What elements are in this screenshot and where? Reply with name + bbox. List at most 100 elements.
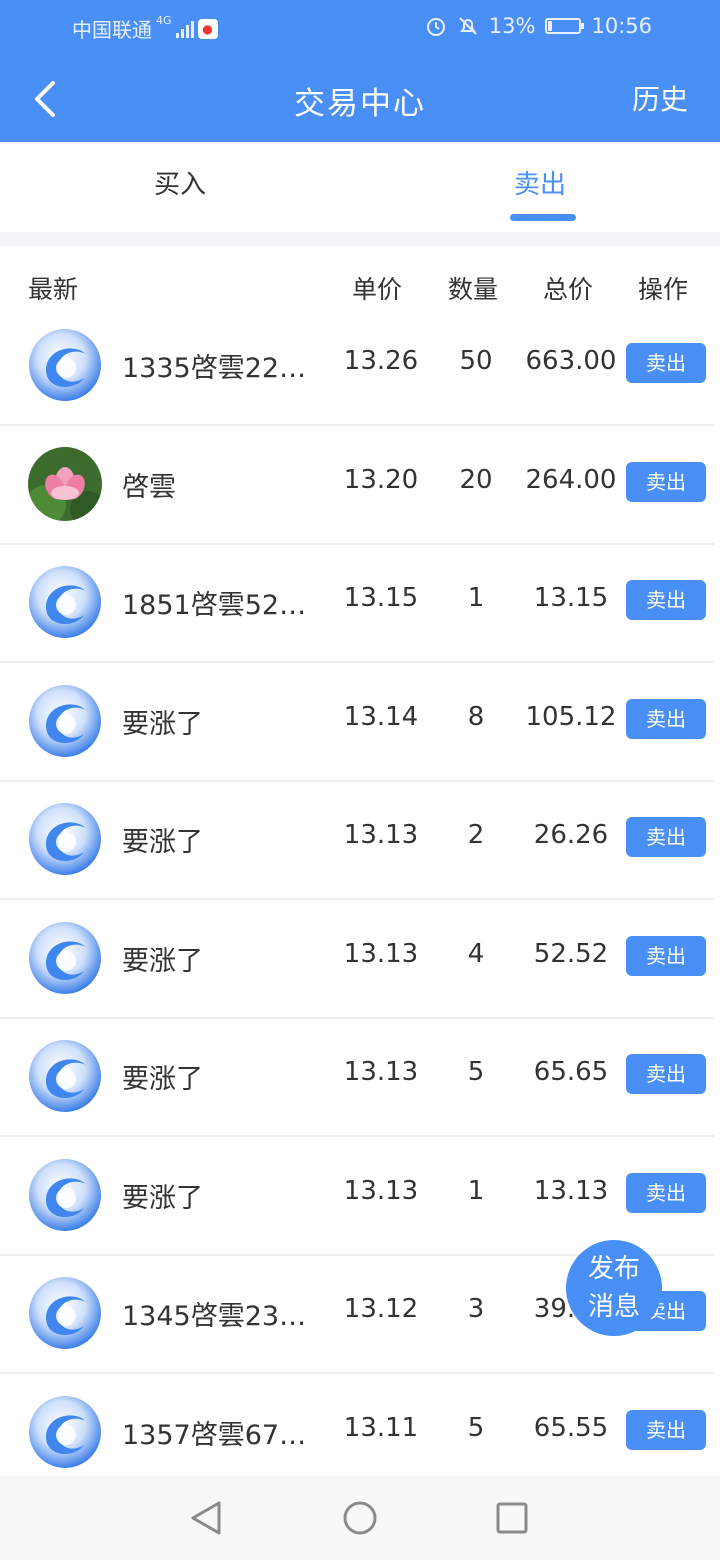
column-quantity: 数量 (448, 275, 499, 304)
total-price: 52.52 (533, 939, 609, 969)
sell-button[interactable]: 卖出 (626, 817, 706, 857)
table-row: 要涨了 13.13 2 26.26 卖出 (0, 780, 714, 900)
sell-button[interactable]: 卖出 (626, 1410, 706, 1450)
seller-name: 1851啓雲520… (122, 590, 312, 621)
sell-button[interactable]: 卖出 (626, 699, 706, 739)
seller-name: 要涨了 (122, 827, 203, 858)
sell-button[interactable]: 卖出 (626, 1173, 706, 1213)
seller-name: 要涨了 (122, 709, 203, 740)
table-row: 要涨了 13.13 5 65.65 卖出 (0, 1017, 714, 1137)
quantity: 4 (467, 939, 485, 969)
battery-icon (545, 18, 585, 34)
signal-icon (175, 20, 194, 38)
carrier-label: 中国联通 (72, 18, 152, 42)
seller-name: 1357啓雲6785 (122, 1420, 312, 1451)
sell-button[interactable]: 卖出 (626, 1054, 706, 1094)
total-price: 13.13 (533, 1176, 609, 1206)
seller-name: 要涨了 (122, 1064, 203, 1095)
avatar-logo-icon (28, 684, 102, 758)
table-row: 1851啓雲520… 13.15 1 13.15 卖出 (0, 543, 714, 663)
quantity: 5 (467, 1413, 485, 1443)
unit-price: 13.26 (343, 346, 419, 376)
avatar-logo-icon (28, 1158, 102, 1232)
avatar-logo-icon (28, 328, 102, 402)
unit-price: 13.12 (343, 1294, 419, 1324)
section-divider (0, 232, 720, 246)
unit-price: 13.13 (343, 820, 419, 850)
column-action: 操作 (638, 275, 689, 304)
app-root: 中国联通 4G ● 13% 10:56 交易中心 历史 买入 卖出 最新 单价 … (0, 0, 720, 1560)
avatar-logo-icon (28, 565, 102, 639)
active-tab-indicator (510, 214, 576, 221)
system-nav-bar (0, 1476, 720, 1560)
history-link[interactable]: 历史 (632, 78, 688, 118)
triangle-back-icon (191, 1501, 221, 1535)
quantity: 50 (459, 346, 493, 376)
avatar-logo-icon (28, 802, 102, 876)
battery-fill (548, 21, 553, 31)
quantity: 20 (459, 465, 493, 495)
unit-price: 13.13 (343, 939, 419, 969)
avatar-lotus-photo (28, 447, 102, 521)
sell-button[interactable]: 卖出 (626, 936, 706, 976)
total-price: 264.00 (525, 465, 617, 495)
quantity: 1 (467, 583, 485, 613)
table-row: 要涨了 13.13 1 13.13 卖出 (0, 1136, 714, 1256)
seller-name: 要涨了 (122, 1183, 203, 1214)
square-recents-icon (496, 1502, 528, 1534)
seller-name: 要涨了 (122, 946, 203, 977)
avatar-logo-icon (28, 1039, 102, 1113)
status-bar: 中国联通 4G ● 13% 10:56 (0, 0, 720, 56)
tab-buy[interactable]: 买入 (0, 142, 360, 232)
sell-button[interactable]: 卖出 (626, 462, 706, 502)
total-price: 663.00 (525, 346, 617, 376)
unit-price: 13.13 (343, 1057, 419, 1087)
seller-name: 1345啓雲232… (122, 1301, 312, 1332)
table-row: 要涨了 13.13 4 52.52 卖出 (0, 899, 714, 1019)
trade-tabs: 买入 卖出 (0, 142, 720, 232)
publish-message-button[interactable]: 发布 消息 (566, 1240, 662, 1336)
nav-back-button[interactable] (184, 1496, 228, 1540)
avatar-logo-icon (28, 921, 102, 995)
total-price: 65.65 (533, 1057, 609, 1087)
sell-button[interactable]: 卖出 (626, 580, 706, 620)
sell-button[interactable]: 卖出 (626, 343, 706, 383)
table-row: 1335啓雲226… 13.26 50 663.00 卖出 (0, 306, 714, 426)
unit-price: 13.11 (343, 1413, 419, 1443)
notification-app-icon: ● (197, 18, 218, 39)
clock: 10:56 (591, 14, 652, 38)
mute-bell-icon (459, 17, 477, 35)
total-price: 13.15 (533, 583, 609, 613)
status-right: 13% 10:56 (425, 14, 652, 38)
column-total: 总价 (543, 275, 594, 304)
table-row: 要涨了 13.14 8 105.12 卖出 (0, 662, 714, 782)
page-title: 交易中心 (294, 86, 426, 122)
total-price: 26.26 (533, 820, 609, 850)
fab-line-1: 发布 (587, 1254, 640, 1284)
status-left: 中国联通 4G ● (72, 14, 218, 43)
unit-price: 13.14 (343, 702, 419, 732)
fab-line-2: 消息 (587, 1292, 640, 1322)
circle-home-icon (343, 1501, 377, 1535)
nav-home-button[interactable] (338, 1496, 382, 1540)
quantity: 2 (467, 820, 485, 850)
battery-percent: 13% (488, 14, 536, 38)
table-row: 1357啓雲6785 13.11 5 65.55 卖出 (0, 1373, 714, 1493)
total-price: 105.12 (525, 702, 617, 732)
alarm-icon (426, 18, 445, 36)
unit-price: 13.20 (343, 465, 419, 495)
total-price: 65.55 (533, 1413, 609, 1443)
nav-recents-button[interactable] (490, 1496, 534, 1540)
quantity: 3 (467, 1294, 485, 1324)
avatar-logo-icon (28, 1395, 102, 1469)
app-header: 交易中心 历史 (0, 56, 720, 142)
quantity: 5 (467, 1057, 485, 1087)
seller-name: 1335啓雲226… (122, 353, 312, 384)
unit-price: 13.13 (343, 1176, 419, 1206)
table-row: 啓雲 13.20 20 264.00 卖出 (0, 425, 714, 545)
seller-name: 啓雲 (122, 472, 176, 503)
column-latest: 最新 (28, 275, 79, 304)
column-price: 单价 (352, 275, 403, 304)
quantity: 1 (467, 1176, 485, 1206)
unit-price: 13.15 (343, 583, 419, 613)
